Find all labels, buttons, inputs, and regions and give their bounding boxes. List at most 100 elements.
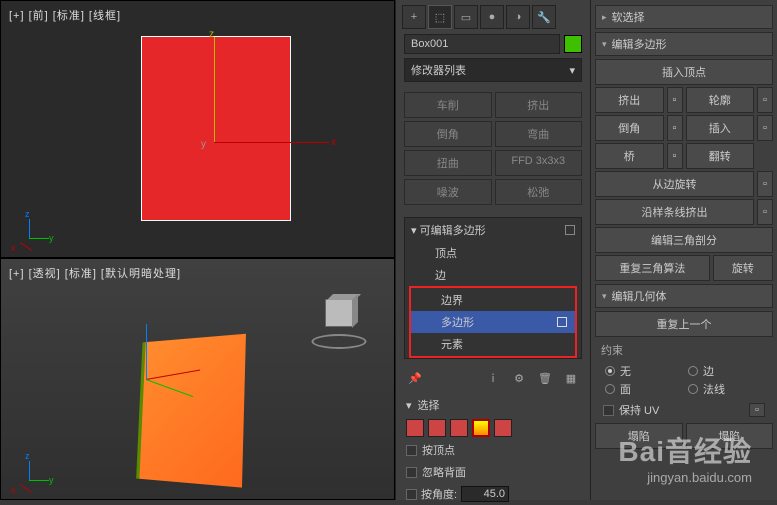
- command-panel-tabs: + ⬚ ▭ ● ◑ 🔧: [398, 2, 588, 32]
- subobj-polygon-icon[interactable]: [472, 419, 490, 437]
- stack-border[interactable]: 边界: [411, 289, 575, 311]
- stack-toggle-icon[interactable]: [565, 225, 575, 235]
- radio-icon[interactable]: [688, 384, 698, 394]
- world-gizmo-persp: z y x: [9, 451, 49, 491]
- radio-icon[interactable]: [688, 366, 698, 376]
- preserve-uv-settings[interactable]: ▫: [749, 403, 765, 417]
- right-panel: ▸ 软选择 ▾ 编辑多边形 插入顶点 挤出 ▫ 轮廓 ▫ 倒角 ▫ 插入 ▫ 桥…: [590, 0, 777, 500]
- constraint-face[interactable]: 面: [605, 381, 680, 397]
- utilities-tab[interactable]: 🔧: [532, 5, 556, 29]
- mod-noise[interactable]: 噪波: [404, 179, 492, 205]
- pin-icon[interactable]: 📌: [406, 369, 424, 387]
- object-name-input[interactable]: [404, 34, 560, 54]
- subobj-vertex-icon[interactable]: [406, 419, 424, 437]
- stack-polygon-toggle[interactable]: [557, 317, 567, 327]
- world-gizmo-front: z y x: [9, 209, 49, 249]
- axis-z-line: [214, 37, 215, 142]
- soft-selection-rollout[interactable]: ▸ 软选择: [595, 5, 773, 29]
- repeat-last-button[interactable]: 重复上一个: [595, 311, 773, 337]
- axis-x-line: [214, 142, 329, 143]
- ignore-backface-checkbox[interactable]: [406, 467, 417, 478]
- mod-extrude[interactable]: 挤出: [495, 92, 583, 118]
- viewport-perspective[interactable]: [+] [透视] [标准] [默认明暗处理] z y x: [0, 258, 395, 500]
- selection-rollout-header[interactable]: ▾ 选择: [398, 393, 588, 417]
- watermark-url: jingyan.baidu.com: [618, 470, 752, 485]
- object-color-swatch[interactable]: [564, 35, 582, 53]
- display-tab[interactable]: ◑: [506, 5, 530, 29]
- stack-vertex[interactable]: 顶点: [405, 242, 581, 264]
- options-icon[interactable]: ▦: [562, 369, 580, 387]
- box-front-face[interactable]: [141, 36, 291, 221]
- extrude-button[interactable]: 挤出: [595, 87, 664, 113]
- mod-chamfer[interactable]: 倒角: [404, 121, 492, 147]
- outline-button[interactable]: 轮廓: [686, 87, 755, 113]
- ignore-backface-row[interactable]: 忽略背面: [398, 461, 588, 483]
- motion-tab[interactable]: ●: [480, 5, 504, 29]
- axis-x-label: x: [331, 137, 336, 148]
- turn-button[interactable]: 旋转: [713, 255, 773, 281]
- mod-lathe[interactable]: 车削: [404, 92, 492, 118]
- inset-button[interactable]: 插入: [686, 115, 755, 141]
- modifier-list-dropdown[interactable]: 修改器列表 ▾: [404, 58, 582, 82]
- constraint-none[interactable]: 无: [605, 363, 680, 379]
- subobj-border-icon[interactable]: [450, 419, 468, 437]
- chevron-down-icon: ▾: [406, 399, 412, 412]
- flip-button[interactable]: 翻转: [686, 143, 755, 169]
- viewport-front[interactable]: [+] [前] [标准] [线框] z x y z y x: [0, 0, 395, 258]
- hinge-from-edge-button[interactable]: 从边旋转: [595, 171, 754, 197]
- mod-twist[interactable]: 扭曲: [404, 150, 492, 176]
- inset-settings[interactable]: ▫: [757, 115, 773, 141]
- retriangulate-button[interactable]: 重复三角算法: [595, 255, 710, 281]
- extrude-spline-settings[interactable]: ▫: [757, 199, 773, 225]
- bridge-button[interactable]: 桥: [595, 143, 664, 169]
- bevel-button[interactable]: 倒角: [595, 115, 664, 141]
- hinge-settings[interactable]: ▫: [757, 171, 773, 197]
- viewport-label-persp[interactable]: [+] [透视] [标准] [默认明暗处理]: [9, 265, 181, 281]
- extrude-settings[interactable]: ▫: [667, 87, 683, 113]
- bridge-settings[interactable]: ▫: [667, 143, 683, 169]
- subobj-element-icon[interactable]: [494, 419, 512, 437]
- create-tab[interactable]: +: [402, 5, 426, 29]
- bevel-settings[interactable]: ▫: [667, 115, 683, 141]
- radio-icon[interactable]: [605, 384, 615, 394]
- edit-geometry-rollout[interactable]: ▾ 编辑几何体: [595, 284, 773, 308]
- chevron-down-icon: ▾: [602, 39, 607, 50]
- by-angle-checkbox[interactable]: [406, 489, 417, 500]
- watermark-logo: Bai﻿⾳经验: [618, 430, 752, 470]
- show-end-icon[interactable]: ⅰ: [484, 369, 502, 387]
- preserve-uv-row[interactable]: 保持 UV ▫: [595, 399, 773, 421]
- delete-icon[interactable]: 🗑: [536, 369, 554, 387]
- stack-toolbar: 📌 ⅰ ⚙ 🗑 ▦: [398, 363, 588, 393]
- edit-triangulation-button[interactable]: 编辑三角剖分: [595, 227, 773, 253]
- insert-vertex-button[interactable]: 插入顶点: [595, 59, 773, 85]
- stack-element[interactable]: 元素: [411, 333, 575, 355]
- edit-polygons-rollout[interactable]: ▾ 编辑多边形: [595, 32, 773, 56]
- modify-tab[interactable]: ⬚: [428, 5, 452, 29]
- mod-relax[interactable]: 松弛: [495, 179, 583, 205]
- viewport-label-front[interactable]: [+] [前] [标准] [线框]: [9, 7, 121, 23]
- constraints-radios: 无 边 面 法线: [595, 361, 773, 399]
- by-angle-row: 按角度: 45.0: [398, 483, 588, 505]
- modifier-stack: ▾ 可编辑多边形 顶点 边 边界 多边形 元素: [404, 217, 582, 359]
- constraint-edge[interactable]: 边: [688, 363, 763, 379]
- axis-z-label: z: [209, 29, 214, 40]
- box-persp-face[interactable]: [136, 334, 246, 488]
- outline-settings[interactable]: ▫: [757, 87, 773, 113]
- stack-editable-poly[interactable]: ▾ 可编辑多边形: [405, 218, 581, 242]
- by-vertex-row[interactable]: 按顶点: [398, 439, 588, 461]
- preserve-uv-checkbox[interactable]: [603, 405, 614, 416]
- mod-ffd[interactable]: FFD 3x3x3: [495, 150, 583, 176]
- viewcube-ring[interactable]: [312, 334, 367, 349]
- subobj-edge-icon[interactable]: [428, 419, 446, 437]
- by-vertex-checkbox[interactable]: [406, 445, 417, 456]
- viewcube-cube[interactable]: [325, 299, 353, 327]
- radio-icon[interactable]: [605, 366, 615, 376]
- configure-icon[interactable]: ⚙: [510, 369, 528, 387]
- constraint-normal[interactable]: 法线: [688, 381, 763, 397]
- stack-polygon[interactable]: 多边形: [411, 311, 575, 333]
- viewcube[interactable]: [309, 294, 369, 349]
- stack-edge[interactable]: 边: [405, 264, 581, 286]
- extrude-along-spline-button[interactable]: 沿样条线挤出: [595, 199, 754, 225]
- mod-bend[interactable]: 弯曲: [495, 121, 583, 147]
- hierarchy-tab[interactable]: ▭: [454, 5, 478, 29]
